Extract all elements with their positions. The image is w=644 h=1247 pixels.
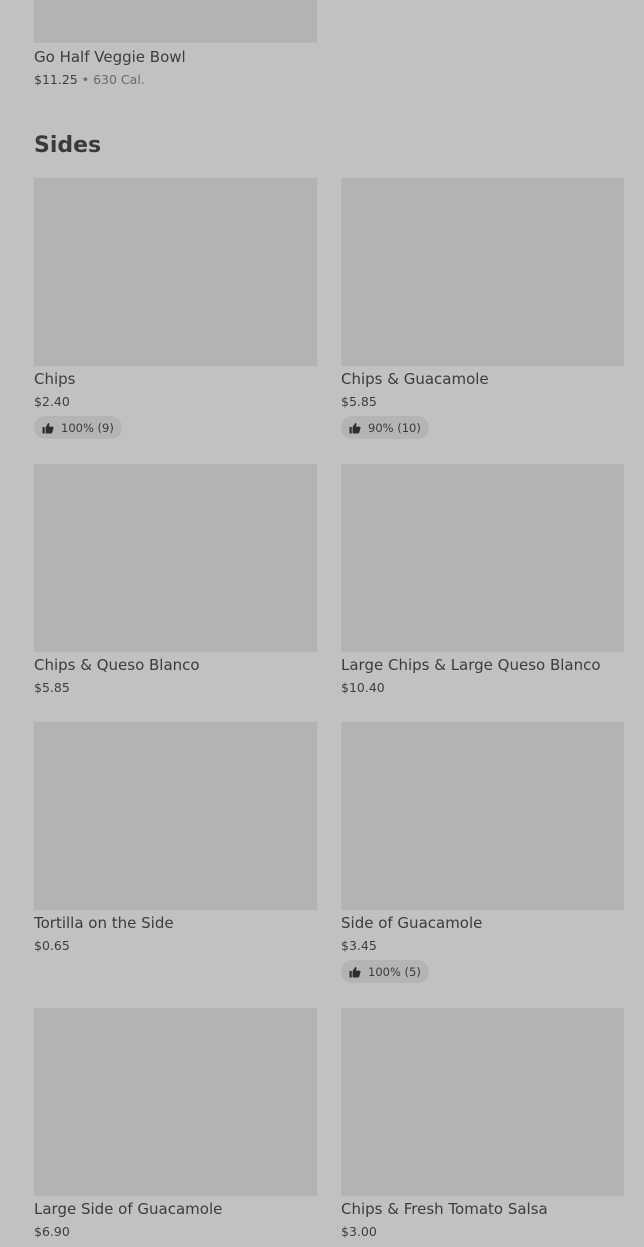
- item-price: $3.00: [341, 1224, 377, 1239]
- item-price: $11.25: [34, 72, 78, 87]
- item-name: Large Chips & Large Queso Blanco: [341, 656, 601, 674]
- item-image: [341, 722, 624, 910]
- item-price: $6.90: [34, 1224, 70, 1239]
- item-name: Chips: [34, 370, 76, 388]
- item-price: $10.40: [341, 680, 385, 695]
- item-name: Tortilla on the Side: [34, 914, 174, 932]
- item-image: [341, 178, 624, 366]
- item-image: [34, 722, 317, 910]
- item-name: Chips & Fresh Tomato Salsa: [341, 1200, 548, 1218]
- item-price: $3.45: [341, 938, 377, 953]
- price-separator: •: [81, 72, 90, 87]
- item-image: [34, 0, 317, 43]
- item-calories: 630 Cal.: [93, 72, 145, 87]
- item-name: Side of Guacamole: [341, 914, 483, 932]
- thumbs-up-icon: [349, 422, 361, 433]
- item-name: Go Half Veggie Bowl: [34, 48, 186, 66]
- thumbs-up-icon: [349, 966, 361, 977]
- thumbs-up-icon: [42, 422, 54, 433]
- rating-text: 90% (10): [368, 420, 421, 435]
- rating-badge: 100% (5): [341, 960, 429, 983]
- item-name: Chips & Queso Blanco: [34, 656, 200, 674]
- item-price-line: $11.25 • 630 Cal.: [34, 72, 145, 88]
- item-price: $5.85: [341, 394, 377, 409]
- item-image: [34, 178, 317, 366]
- rating-text: 100% (5): [368, 964, 421, 979]
- item-name: Chips & Guacamole: [341, 370, 489, 388]
- item-image: [34, 464, 317, 652]
- rating-badge: 90% (10): [341, 416, 429, 439]
- rating-text: 100% (9): [61, 420, 114, 435]
- item-price: $0.65: [34, 938, 70, 953]
- rating-badge: 100% (9): [34, 416, 122, 439]
- item-image: [34, 1008, 317, 1196]
- item-image: [341, 464, 624, 652]
- item-price: $5.85: [34, 680, 70, 695]
- item-image: [341, 1008, 624, 1196]
- item-name: Large Side of Guacamole: [34, 1200, 223, 1218]
- section-title: Sides: [34, 133, 102, 158]
- item-price: $2.40: [34, 394, 70, 409]
